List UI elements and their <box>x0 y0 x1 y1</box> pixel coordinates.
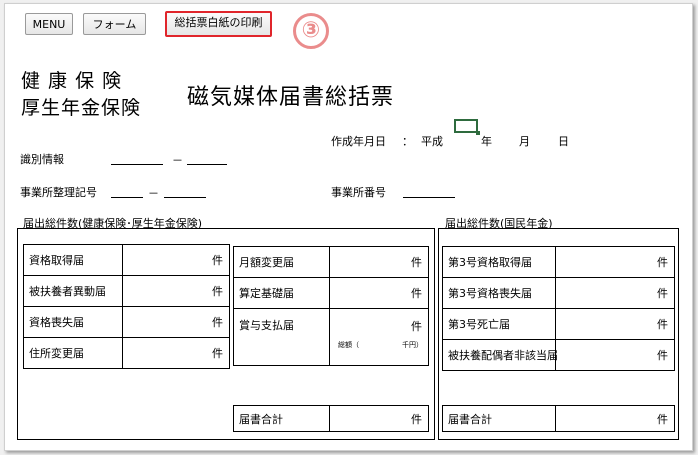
form-title: 磁気媒体届書総括票 <box>187 85 395 110</box>
insurance-type-line2: 厚生年金保険 <box>21 97 142 119</box>
menu-button[interactable]: MENU <box>25 13 73 35</box>
day-unit: 日 <box>558 135 569 148</box>
office-code-dash: － <box>148 187 159 200</box>
office-code-field-2[interactable] <box>164 197 206 198</box>
date-colon: ： <box>402 135 413 148</box>
row-label: 届書合計 <box>448 412 492 426</box>
id-info-field-1[interactable] <box>111 164 163 165</box>
id-info-dash: － <box>172 154 183 167</box>
row-address-change[interactable]: 住所変更届 件 <box>23 337 230 369</box>
spreadsheet-sheet: MENU フォーム 総括票白紙の印刷 ③ 健 康 保 険 厚生年金保険 磁気媒体… <box>4 3 693 451</box>
print-blank-summary-button[interactable]: 総括票白紙の印刷 <box>165 11 272 37</box>
row-no3-death[interactable]: 第3号死亡届 件 <box>442 308 675 340</box>
row-unit: 件 <box>212 347 223 360</box>
era-label: 平成 <box>421 135 443 148</box>
row-label: 住所変更届 <box>29 347 84 360</box>
row-pension-total[interactable]: 届書合計 件 <box>442 405 675 432</box>
row-unit: 件 <box>411 320 422 333</box>
step-marker-3: ③ <box>293 13 329 49</box>
row-label: 被扶養配偶者非該当届 <box>448 349 558 362</box>
row-unit: 件 <box>411 287 422 300</box>
office-code-label: 事業所整理記号 <box>20 186 97 199</box>
row-health-total[interactable]: 届書合計 件 <box>233 405 429 432</box>
row-dependent-change[interactable]: 被扶養者異動届 件 <box>23 275 230 307</box>
form-button[interactable]: フォーム <box>83 13 146 35</box>
selected-cell-cursor[interactable] <box>454 119 480 135</box>
row-label: 第3号死亡届 <box>448 318 510 331</box>
row-label: 第3号資格喪失届 <box>448 287 532 300</box>
month-unit: 月 <box>519 135 530 148</box>
id-info-label: 識別情報 <box>20 153 64 166</box>
row-unit: 件 <box>657 256 668 269</box>
row-unit: 件 <box>212 316 223 329</box>
row-unit: 件 <box>411 256 422 269</box>
row-unit: 件 <box>657 349 668 362</box>
row-no3-loss[interactable]: 第3号資格喪失届 件 <box>442 277 675 309</box>
row-unit: 件 <box>657 318 668 331</box>
row-spouse-non-applicable[interactable]: 被扶養配偶者非該当届 件 <box>442 339 675 371</box>
office-number-label: 事業所番号 <box>331 186 386 199</box>
row-qualification-loss[interactable]: 資格喪失届 件 <box>23 306 230 338</box>
year-unit: 年 <box>481 135 492 148</box>
insurance-type-line1: 健 康 保 険 <box>21 70 123 92</box>
row-unit: 件 <box>411 412 422 426</box>
row-unit: 件 <box>212 254 223 267</box>
row-label: 算定基礎届 <box>239 287 294 300</box>
bonus-total-label: 総額（ <box>338 341 359 349</box>
row-calculation-basis[interactable]: 算定基礎届 件 <box>233 277 429 309</box>
row-label: 資格喪失届 <box>29 316 84 329</box>
row-label: 月額変更届 <box>239 256 294 269</box>
bonus-total-unit: 千円） <box>402 341 423 349</box>
created-date-label: 作成年月日 <box>331 135 386 148</box>
row-unit: 件 <box>657 287 668 300</box>
row-unit: 件 <box>212 285 223 298</box>
office-code-field-1[interactable] <box>111 197 143 198</box>
office-number-field[interactable] <box>403 197 455 198</box>
row-label: 被扶養者異動届 <box>29 285 106 298</box>
row-label: 第3号資格取得届 <box>448 256 532 269</box>
row-label: 賞与支払届 <box>239 319 294 332</box>
row-unit: 件 <box>657 412 668 426</box>
row-bonus-payment[interactable]: 賞与支払届 件 総額（ 千円） <box>233 308 429 366</box>
row-monthly-change[interactable]: 月額変更届 件 <box>233 246 429 278</box>
row-label: 届書合計 <box>239 412 283 426</box>
row-label: 資格取得届 <box>29 254 84 267</box>
id-info-field-2[interactable] <box>187 164 227 165</box>
row-no3-acquisition[interactable]: 第3号資格取得届 件 <box>442 246 675 278</box>
row-qualification-acquisition[interactable]: 資格取得届 件 <box>23 244 230 276</box>
